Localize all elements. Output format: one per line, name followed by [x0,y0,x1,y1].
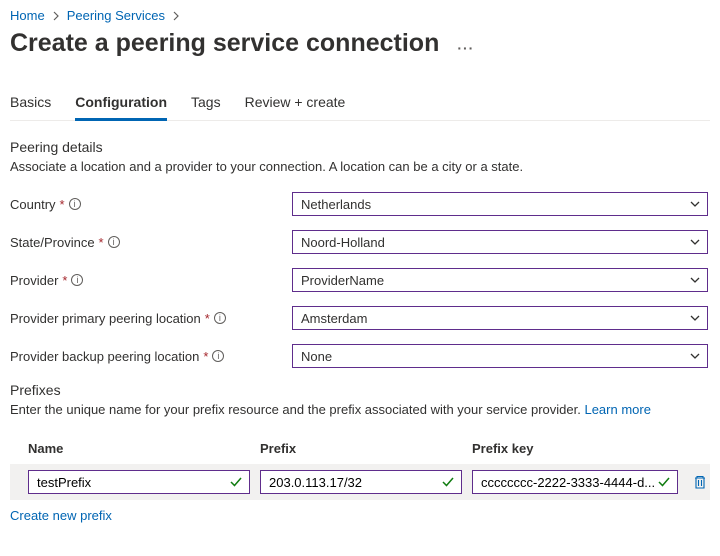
provider-label: Provider * i [10,273,292,288]
col-prefix: Prefix [260,441,472,456]
chevron-down-icon [689,274,701,286]
info-icon[interactable]: i [71,274,83,286]
peering-details-heading: Peering details [10,139,710,155]
prefix-key-input-wrap[interactable] [472,470,678,494]
state-label-text: State/Province [10,235,95,250]
prefixes-heading: Prefixes [10,382,710,398]
chevron-down-icon [689,236,701,248]
provider-select[interactable]: ProviderName [292,268,708,292]
col-name: Name [28,441,260,456]
page-title: Create a peering service connection [10,29,439,58]
required-marker: * [62,273,67,288]
required-marker: * [205,311,210,326]
state-value: Noord-Holland [301,235,385,250]
col-prefix-key: Prefix key [472,441,684,456]
peering-details-description: Associate a location and a provider to y… [10,159,710,174]
provider-label-text: Provider [10,273,58,288]
chevron-right-icon [51,11,61,21]
state-label: State/Province * i [10,235,292,250]
check-icon [229,475,243,489]
prefix-key-input[interactable] [481,475,657,490]
required-marker: * [203,349,208,364]
backup-location-value: None [301,349,332,364]
info-icon[interactable]: i [212,350,224,362]
primary-location-select[interactable]: Amsterdam [292,306,708,330]
delete-row-button[interactable] [684,474,716,490]
chevron-right-icon [171,11,181,21]
tabs: Basics Configuration Tags Review + creat… [10,94,710,121]
prefix-input[interactable] [269,475,441,490]
breadcrumb: Home Peering Services [10,8,710,23]
breadcrumb-home[interactable]: Home [10,8,45,23]
backup-location-label-text: Provider backup peering location [10,349,199,364]
info-icon[interactable]: i [214,312,226,324]
create-new-prefix-link[interactable]: Create new prefix [10,508,112,523]
breadcrumb-peering-services[interactable]: Peering Services [67,8,165,23]
country-label-text: Country [10,197,56,212]
primary-location-label-text: Provider primary peering location [10,311,201,326]
country-row: Country * i Netherlands [10,192,710,216]
prefix-name-input[interactable] [37,475,229,490]
prefixes-description: Enter the unique name for your prefix re… [10,402,584,417]
country-value: Netherlands [301,197,371,212]
primary-location-row: Provider primary peering location * i Am… [10,306,710,330]
prefix-input-wrap[interactable] [260,470,462,494]
country-label: Country * i [10,197,292,212]
page-title-row: Create a peering service connection ··· [10,29,710,58]
prefix-name-input-wrap[interactable] [28,470,250,494]
backup-location-select[interactable]: None [292,344,708,368]
learn-more-link[interactable]: Learn more [584,402,650,417]
more-actions-button[interactable]: ··· [457,40,474,56]
state-select[interactable]: Noord-Holland [292,230,708,254]
chevron-down-icon [689,350,701,362]
prefixes-table: Name Prefix Prefix key [10,433,710,500]
tab-review-create[interactable]: Review + create [245,94,346,121]
check-icon [441,475,455,489]
state-row: State/Province * i Noord-Holland [10,230,710,254]
table-header-row: Name Prefix Prefix key [10,433,710,464]
required-marker: * [60,197,65,212]
chevron-down-icon [689,312,701,324]
primary-location-value: Amsterdam [301,311,367,326]
prefixes-description-row: Enter the unique name for your prefix re… [10,402,710,417]
tab-tags[interactable]: Tags [191,94,221,121]
check-icon [657,475,671,489]
provider-value: ProviderName [301,273,384,288]
table-row [10,464,710,500]
tab-basics[interactable]: Basics [10,94,51,121]
provider-row: Provider * i ProviderName [10,268,710,292]
country-select[interactable]: Netherlands [292,192,708,216]
chevron-down-icon [689,198,701,210]
backup-location-label: Provider backup peering location * i [10,349,292,364]
required-marker: * [99,235,104,250]
info-icon[interactable]: i [108,236,120,248]
info-icon[interactable]: i [69,198,81,210]
primary-location-label: Provider primary peering location * i [10,311,292,326]
tab-configuration[interactable]: Configuration [75,94,167,121]
backup-location-row: Provider backup peering location * i Non… [10,344,710,368]
